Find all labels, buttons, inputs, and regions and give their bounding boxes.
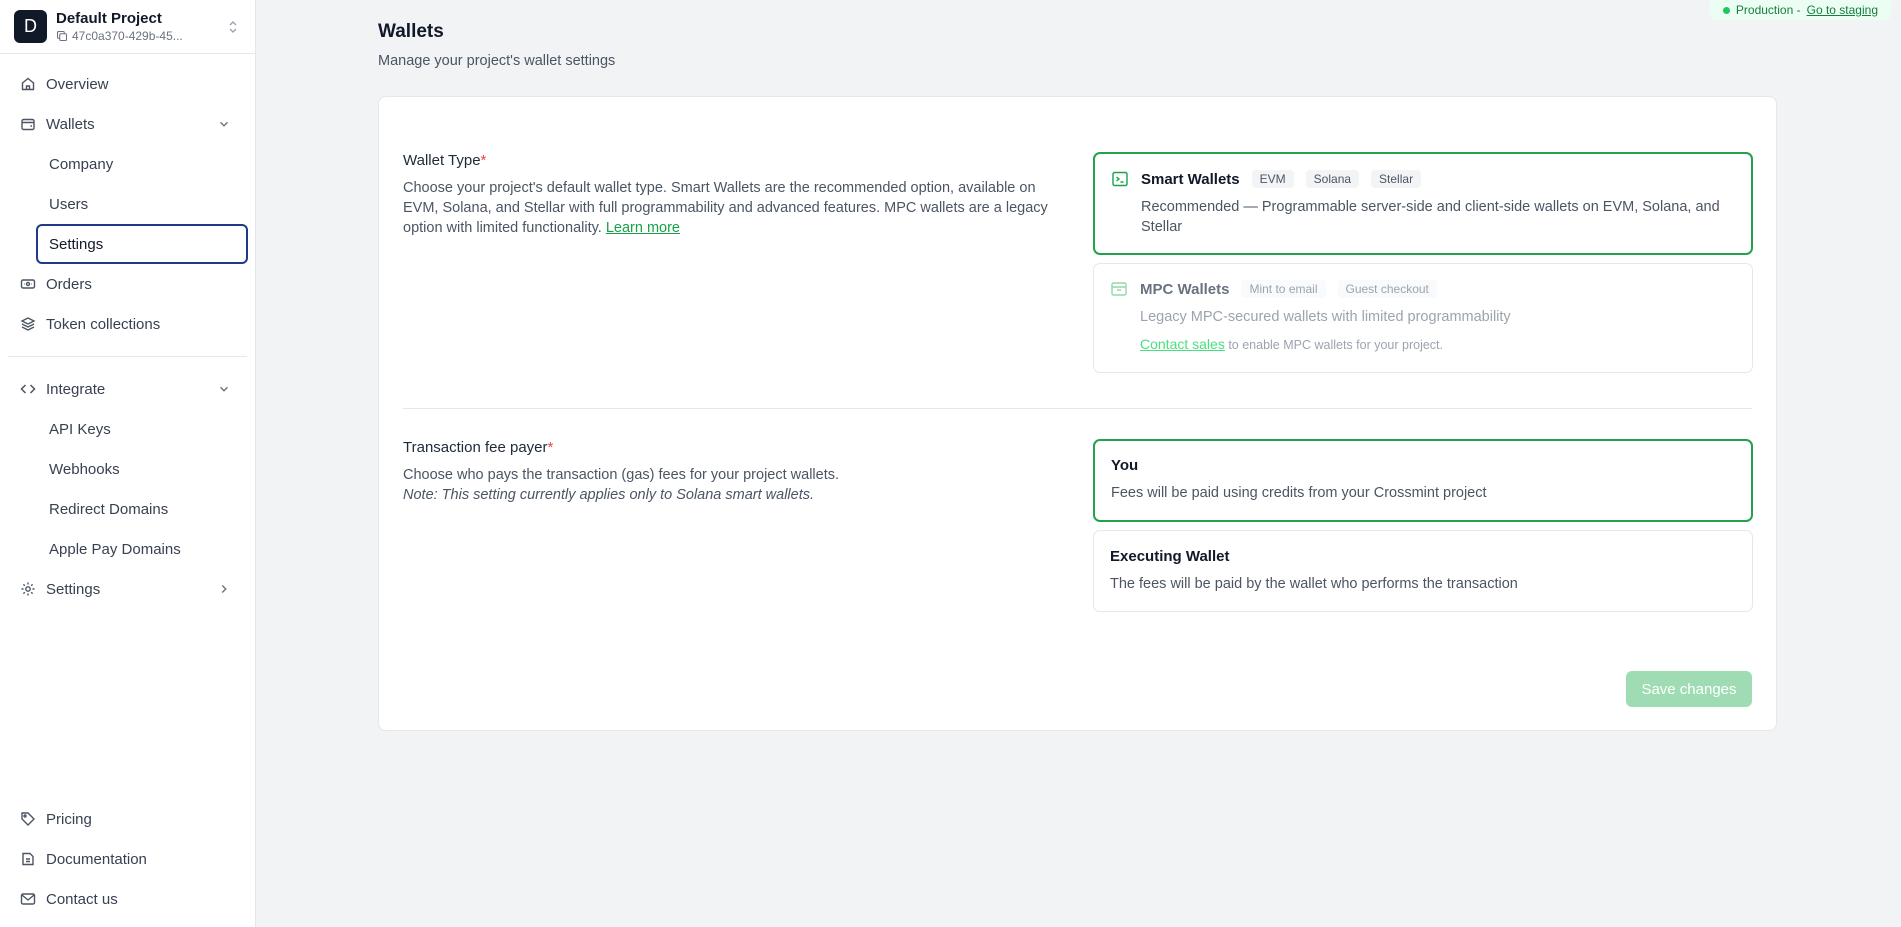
- option-title: Executing Wallet: [1110, 548, 1230, 565]
- bottom-nav: Pricing Documentation Contact us: [0, 799, 255, 919]
- fee-payer-note: Note: This setting currently applies onl…: [403, 487, 815, 503]
- nav-label: Documentation: [46, 850, 147, 868]
- option-title: Smart Wallets: [1141, 170, 1240, 188]
- option-description: Fees will be paid using credits from you…: [1111, 485, 1487, 501]
- chain-chip: EVM: [1251, 170, 1294, 188]
- fee-payer-description: Choose who pays the transaction (gas) fe…: [403, 467, 840, 483]
- contact-sales-note: to enable MPC wallets for your project.: [1228, 338, 1443, 352]
- mail-icon: [20, 893, 36, 905]
- sidebar-item-company[interactable]: Company: [36, 144, 248, 184]
- wallet-type-label: Wallet Type: [403, 152, 481, 169]
- go-to-staging-link[interactable]: Go to staging: [1807, 3, 1878, 17]
- nav-item-settings[interactable]: Settings: [0, 569, 255, 609]
- fee-payer-executing-wallet-option[interactable]: Executing Wallet The fees will be paid b…: [1093, 530, 1753, 612]
- status-dot-icon: [1722, 6, 1730, 14]
- sidebar-item-apple-pay-domains[interactable]: Apple Pay Domains: [36, 529, 248, 569]
- terminal-icon: [1112, 171, 1128, 187]
- copy-icon[interactable]: [56, 30, 68, 42]
- nav-label: Overview: [46, 75, 109, 93]
- nav-label: Pricing: [46, 810, 92, 828]
- project-switcher[interactable]: D Default Project 47c0a370-429b-45...: [0, 0, 255, 54]
- nav-label: Contact us: [46, 890, 118, 908]
- sidebar: D Default Project 47c0a370-429b-45... Ov…: [0, 0, 256, 927]
- feature-chip: Guest checkout: [1337, 280, 1437, 298]
- save-changes-button[interactable]: Save changes: [1626, 671, 1752, 707]
- sidebar-item-api-keys[interactable]: API Keys: [36, 409, 248, 449]
- chain-chip: Solana: [1305, 170, 1360, 188]
- nav-item-overview[interactable]: Overview: [0, 64, 255, 104]
- smart-wallets-option[interactable]: Smart Wallets EVM Solana Stellar Recomme…: [1093, 152, 1753, 255]
- nav-item-orders[interactable]: Orders: [0, 264, 255, 304]
- code-icon: [20, 384, 36, 394]
- section-divider: [403, 408, 1752, 409]
- environment-label: Production -: [1735, 3, 1801, 17]
- nav-label: Settings: [46, 580, 101, 598]
- wallet-type-section: Wallet Type* Choose your project's defau…: [403, 152, 1753, 392]
- tag-icon: [21, 812, 35, 826]
- nav-item-token-collections[interactable]: Token collections: [0, 304, 255, 344]
- option-title: You: [1111, 457, 1139, 474]
- required-marker: *: [547, 439, 554, 456]
- nav-label: Integrate: [46, 380, 106, 398]
- project-id: 47c0a370-429b-45...: [72, 28, 183, 43]
- nav-label: Wallets: [46, 115, 95, 133]
- option-description: Legacy MPC-secured wallets with limited …: [1140, 309, 1511, 325]
- sidebar-item-users[interactable]: Users: [36, 184, 248, 224]
- sidebar-item-redirect-domains[interactable]: Redirect Domains: [36, 489, 248, 529]
- project-name: Default Project: [56, 9, 162, 27]
- fee-payer-section: Transaction fee payer* Choose who pays t…: [403, 439, 1753, 639]
- wallet-icon: [21, 118, 35, 131]
- main-content: Production - Go to staging Wallets Manag…: [256, 0, 1901, 927]
- mpc-wallets-option: MPC Wallets Mint to email Guest checkout…: [1093, 263, 1753, 373]
- page-title: Wallets: [378, 21, 444, 42]
- option-title: MPC Wallets: [1140, 280, 1230, 298]
- fee-payer-you-option[interactable]: You Fees will be paid using credits from…: [1093, 439, 1753, 522]
- contact-sales-link[interactable]: Contact sales: [1140, 336, 1225, 352]
- project-avatar: D: [14, 10, 47, 43]
- feature-chip: Mint to email: [1241, 280, 1326, 298]
- chevron-down-icon: [220, 386, 228, 392]
- fee-payer-label: Transaction fee payer: [403, 439, 548, 456]
- home-icon: [21, 77, 35, 91]
- archive-icon: [1111, 282, 1127, 296]
- nav-item-pricing[interactable]: Pricing: [0, 799, 255, 839]
- required-marker: *: [480, 152, 487, 169]
- nav-item-wallets[interactable]: Wallets: [0, 104, 255, 144]
- nav-divider: [8, 356, 247, 357]
- environment-banner: Production - Go to staging: [1709, 0, 1891, 20]
- main-nav: Overview Wallets Company Users Settings …: [0, 54, 255, 609]
- sidebar-item-webhooks[interactable]: Webhooks: [36, 449, 248, 489]
- wallet-type-description: Choose your project's default wallet typ…: [403, 180, 1048, 236]
- option-description: Recommended — Programmable server-side a…: [1141, 199, 1720, 235]
- layers-icon: [20, 317, 36, 331]
- nav-item-integrate[interactable]: Integrate: [0, 369, 255, 409]
- book-icon: [22, 852, 34, 866]
- receipt-icon: [20, 279, 36, 289]
- chevron-down-icon: [220, 121, 228, 127]
- nav-label: Orders: [46, 275, 92, 293]
- gear-icon: [21, 582, 35, 596]
- nav-item-contact-us[interactable]: Contact us: [0, 879, 255, 919]
- chain-chip: Stellar: [1371, 170, 1422, 188]
- page-subtitle: Manage your project's wallet settings: [378, 53, 616, 69]
- nav-label: Token collections: [46, 315, 161, 333]
- learn-more-link[interactable]: Learn more: [606, 220, 680, 236]
- wallet-settings-card: Wallet Type* Choose your project's defau…: [378, 96, 1777, 731]
- sidebar-item-wallet-settings[interactable]: Settings: [36, 224, 248, 264]
- chevron-right-icon: [221, 585, 227, 593]
- option-description: The fees will be paid by the wallet who …: [1110, 576, 1518, 592]
- nav-item-documentation[interactable]: Documentation: [0, 839, 255, 879]
- chevron-up-down-icon: [229, 20, 237, 33]
